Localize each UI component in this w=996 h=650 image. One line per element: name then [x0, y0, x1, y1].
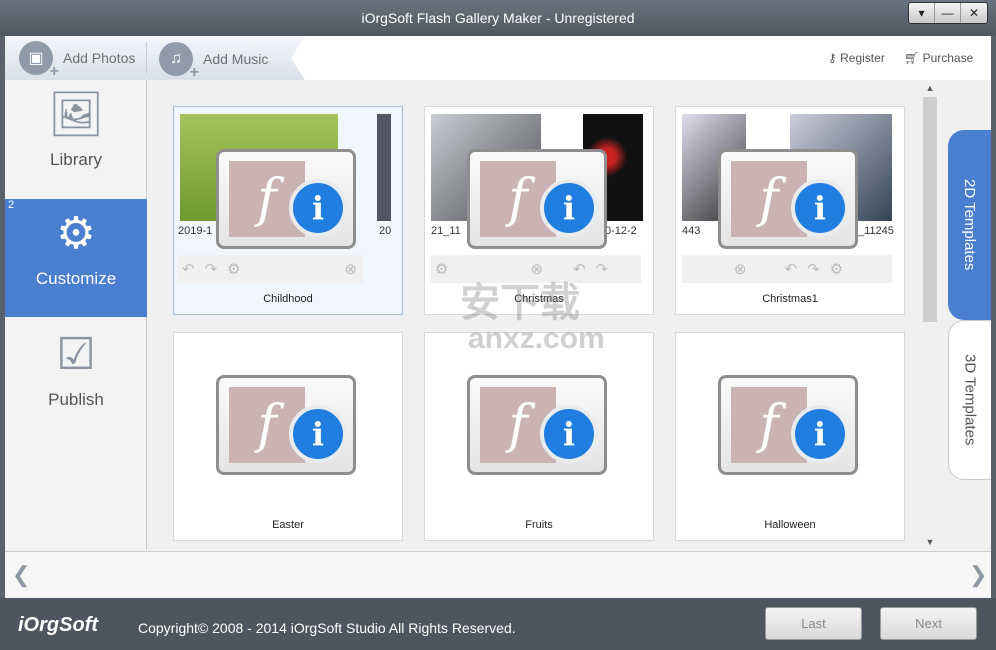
info-icon: i — [540, 179, 598, 237]
watermark-cn: 安下载 — [460, 281, 580, 325]
sidebar-label: Publish — [48, 390, 104, 409]
copyright-text: Copyright© 2008 - 2014 iOrgSoft Studio A… — [138, 620, 516, 636]
flash-template-icon: fi — [467, 149, 607, 249]
flash-template-icon: fi — [467, 375, 607, 475]
info-icon: i — [289, 405, 347, 463]
iorgsoft-logo: iOrgSoft — [18, 614, 98, 636]
last-button[interactable]: Last — [765, 607, 862, 640]
add-photos-label: Add Photos — [63, 50, 136, 66]
photo-thumbnail — [377, 114, 391, 221]
sidebar-item-publish[interactable]: ☑ Publish — [5, 320, 147, 438]
scroll-down-icon[interactable]: ▼ — [920, 537, 940, 547]
key-icon: ⚷ — [828, 51, 841, 65]
footer: iOrgSoft Copyright© 2008 - 2014 iOrgSoft… — [0, 598, 996, 650]
register-link[interactable]: ⚷ Register — [828, 51, 885, 65]
info-icon: i — [791, 179, 849, 237]
tab-3d-templates[interactable]: 3D Templates — [948, 320, 991, 480]
sidebar-item-customize[interactable]: 2 ⚙ Customize — [5, 199, 147, 317]
remove-icon[interactable]: ⊗ — [530, 260, 543, 278]
template-name: Fruits — [525, 519, 553, 531]
remove-icon[interactable]: ⊗ — [344, 260, 357, 278]
window-title: iOrgSoft Flash Gallery Maker - Unregiste… — [361, 10, 635, 26]
settings-icon[interactable]: ⚙ — [227, 260, 240, 278]
template-card-easter[interactable]: fi Easter — [173, 332, 403, 541]
sidebar-label: Customize — [35, 269, 117, 288]
scrollbar-thumb[interactable] — [923, 97, 937, 322]
template-card-halloween[interactable]: fi Halloween — [675, 332, 905, 541]
template-card-childhood[interactable]: 2019-1 20 ↶ ↷ ⚙ ⊗ fi Childhood — [173, 106, 403, 315]
template-name: Childhood — [263, 293, 313, 305]
sidebar-label: Library — [50, 150, 102, 169]
info-icon: i — [791, 405, 849, 463]
divider — [146, 42, 147, 74]
template-name: Easter — [272, 519, 304, 531]
undo-icon[interactable]: ↶ — [785, 260, 798, 278]
remove-icon[interactable]: ⊗ — [734, 260, 747, 278]
watermark-en: anxz.com — [468, 322, 605, 355]
music-add-icon: ♫ + — [159, 42, 199, 81]
photo-caption: 443 — [682, 225, 701, 237]
redo-icon[interactable]: ↷ — [807, 260, 820, 278]
laptop-check-icon: ☑ — [56, 330, 96, 379]
watermark: 安下载 anxz.com — [390, 281, 605, 357]
tab-2d-templates[interactable]: 2D Templates — [948, 130, 991, 320]
step-badge: 2 — [8, 199, 15, 211]
minimize-button[interactable]: — — [935, 3, 961, 23]
sidebar-item-library[interactable]: 🖼︎ Library — [5, 80, 147, 198]
flash-template-icon: fi — [216, 149, 356, 249]
add-music-label: Add Music — [203, 51, 269, 67]
sidebar: 🖼︎ Library 2 ⚙ Customize ☑ Publish — [5, 80, 147, 550]
photo-caption: 20 — [379, 225, 392, 237]
redo-icon[interactable]: ↷ — [596, 260, 609, 278]
flash-template-icon: fi — [718, 149, 858, 249]
purchase-label: Purchase — [922, 51, 974, 65]
register-label: Register — [840, 51, 885, 65]
undo-icon[interactable]: ↶ — [182, 260, 195, 278]
template-card-christmas1[interactable]: 443 _11245 ⊗ ↶ ↷ ⚙ fi Christmas1 — [675, 106, 905, 315]
window-controls: ▾ — ✕ — [908, 2, 988, 24]
photo-controls: ⊗ ↶ ↷ ⚙ — [682, 255, 892, 283]
title-bar: iOrgSoft Flash Gallery Maker - Unregiste… — [0, 0, 996, 36]
next-button[interactable]: Next — [880, 607, 977, 640]
vertical-scrollbar[interactable]: ▲ ▼ — [920, 80, 940, 550]
settings-icon[interactable]: ⚙ — [830, 260, 843, 278]
cart-icon: 🛒︎ — [904, 51, 923, 65]
template-name: Christmas1 — [762, 293, 818, 305]
purchase-link[interactable]: 🛒︎ Purchase — [904, 51, 973, 65]
close-button[interactable]: ✕ — [961, 3, 987, 23]
photo-caption: 21_11 — [431, 225, 461, 237]
scroll-up-icon[interactable]: ▲ — [920, 83, 940, 93]
menu-dropdown-button[interactable]: ▾ — [909, 3, 935, 23]
info-icon: i — [540, 405, 598, 463]
photo-controls: ↶ ↷ ⚙ ⊗ — [178, 255, 363, 283]
info-icon: i — [289, 179, 347, 237]
photo-strip: ❮ ❯ — [5, 551, 991, 598]
photo-add-icon: ▣ + — [19, 41, 59, 80]
photo-caption: 2019-1 — [178, 225, 213, 237]
chevron-left-icon[interactable]: ❮ — [12, 562, 30, 588]
add-music-button[interactable]: ♫ + Add Music — [159, 42, 269, 81]
settings-icon[interactable]: ⚙ — [435, 260, 448, 278]
photo-caption: 0-12-2 — [605, 225, 637, 237]
undo-icon[interactable]: ↶ — [573, 260, 586, 278]
flash-template-icon: fi — [216, 375, 356, 475]
chevron-right-icon[interactable]: ❯ — [969, 562, 987, 588]
template-card-fruits[interactable]: fi Fruits — [424, 332, 654, 541]
toolbar: ▣ + Add Photos ♫ + Add Music ⚷ Register 🛒︎… — [5, 36, 991, 81]
photo-caption: _11245 — [858, 225, 894, 237]
library-icon: 🖼︎ — [48, 90, 104, 139]
add-photos-button[interactable]: ▣ + Add Photos — [19, 41, 136, 80]
photo-controls: ⚙ ⊗ ↶ ↷ — [431, 255, 641, 283]
flash-template-icon: fi — [718, 375, 858, 475]
redo-icon[interactable]: ↷ — [205, 260, 218, 278]
template-name: Halloween — [764, 519, 816, 531]
